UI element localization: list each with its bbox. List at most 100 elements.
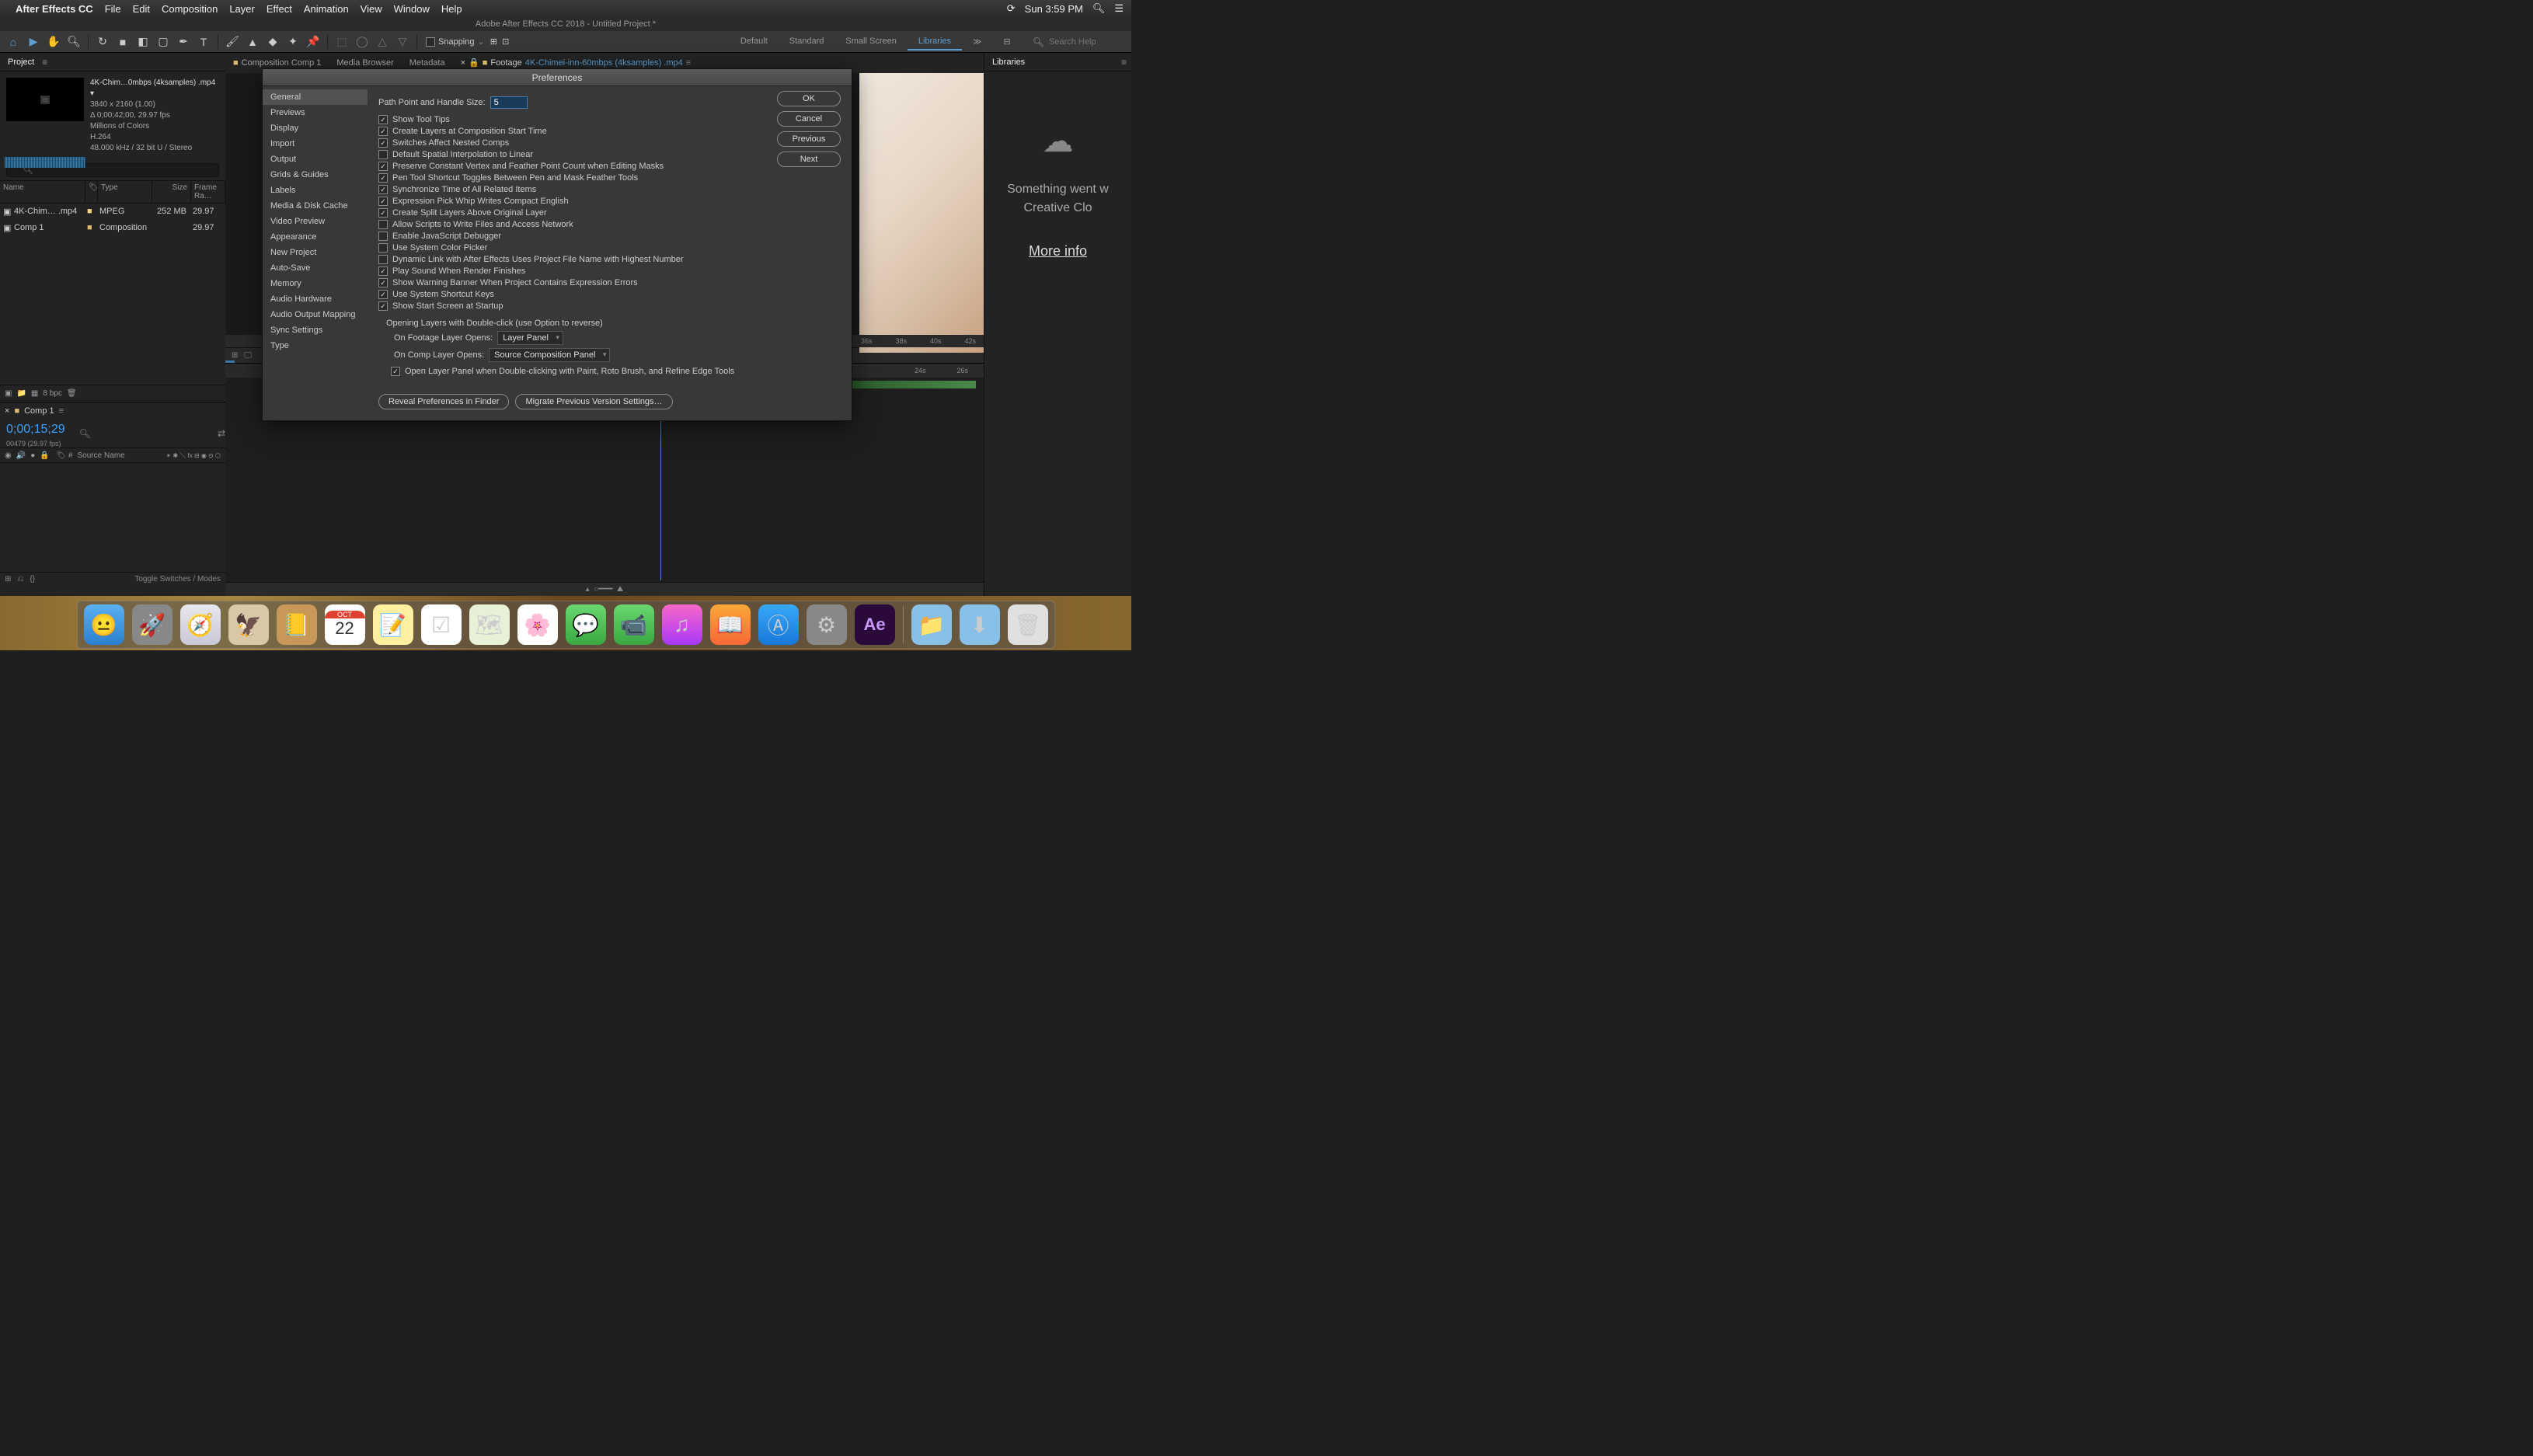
menu-composition[interactable]: Composition [162,3,218,15]
zoom-out-icon[interactable]: ▴ [586,585,590,594]
dock-finder[interactable]: 😐 [84,604,124,645]
prefs-cat-appearance[interactable]: Appearance [263,229,368,245]
dock-launchpad[interactable]: 🚀 [132,604,172,645]
ws-default[interactable]: Default [730,33,779,51]
prefs-cat-display[interactable]: Display [263,120,368,136]
cancel-button[interactable]: Cancel [777,111,841,127]
rotate-tool-icon[interactable]: ↻ [94,33,111,51]
video-toggle-icon[interactable]: ◉ [5,451,12,460]
pref-checkbox[interactable] [378,266,388,276]
comp-layer-dropdown[interactable]: Source Composition Panel [489,348,610,362]
pref-checkbox[interactable] [378,185,388,194]
project-row[interactable]: ▣ 4K-Chim… .mp4 ■ MPEG 252 MB 29.97 [0,204,225,220]
menu-layer[interactable]: Layer [229,3,255,15]
dock-safari[interactable]: 🧭 [180,604,221,645]
pref-checkbox[interactable] [378,173,388,183]
solo-toggle-icon[interactable]: ● [30,451,35,460]
prefs-cat-autosave[interactable]: Auto-Save [263,260,368,276]
menu-edit[interactable]: Edit [133,3,150,15]
next-button[interactable]: Next [777,152,841,167]
prefs-cat-previews[interactable]: Previews [263,105,368,120]
pref-checkbox[interactable] [378,162,388,171]
pref-checkbox[interactable] [378,197,388,206]
close-icon[interactable]: × [5,406,9,416]
dock-mail[interactable]: 🦅 [228,604,269,645]
menu-effect[interactable]: Effect [267,3,292,15]
type-tool-icon[interactable]: T [195,33,212,51]
prefs-cat-audiohw[interactable]: Audio Hardware [263,291,368,307]
roto-tool-icon[interactable]: ✦ [284,33,301,51]
dock-calendar[interactable]: OCT22 [325,604,365,645]
dock-downloads[interactable]: ⬇ [960,604,1000,645]
dock-itunes[interactable]: ♫ [662,604,702,645]
close-icon[interactable]: × [461,58,465,68]
menu-animation[interactable]: Animation [304,3,349,15]
search-help-input[interactable] [1049,37,1127,47]
prefs-cat-media[interactable]: Media & Disk Cache [263,198,368,214]
dock-folder[interactable]: 📁 [911,604,952,645]
tl-icon[interactable]: ⎌ [17,575,23,583]
panel-menu-icon[interactable]: ≡ [59,406,64,416]
camera-tool-icon[interactable]: ■ [114,33,131,51]
ws-small-screen[interactable]: Small Screen [834,33,907,51]
pref-checkbox[interactable] [378,290,388,299]
eraser-tool-icon[interactable]: ◆ [264,33,281,51]
previous-button[interactable]: Previous [777,131,841,147]
dock-messages[interactable]: 💬 [566,604,606,645]
prefs-cat-sync[interactable]: Sync Settings [263,322,368,338]
pref-checkbox[interactable] [378,138,388,148]
app-name[interactable]: After Effects CC [16,3,93,15]
dock-trash[interactable]: 🗑 [1008,604,1048,645]
libraries-tab[interactable]: Libraries [989,56,1028,68]
home-tool-icon[interactable]: ⌂ [5,33,22,51]
lock-toggle-icon[interactable]: 🔒 [40,451,49,460]
prefs-cat-output[interactable]: Output [263,152,368,167]
prefs-cat-grids[interactable]: Grids & Guides [263,167,368,183]
ws-libraries[interactable]: Libraries [908,33,962,51]
pref-checkbox[interactable] [378,243,388,253]
ok-button[interactable]: OK [777,91,841,106]
ws-reset-icon[interactable]: ⊟ [993,33,1022,51]
panel-menu-icon[interactable]: ≡ [42,57,47,68]
dock-ibooks[interactable]: 📖 [710,604,751,645]
folder-icon[interactable]: 📁 [16,389,26,398]
ws-standard[interactable]: Standard [779,33,835,51]
dock-appstore[interactable]: Ⓐ [758,604,799,645]
tl-icon[interactable]: ⊞ [5,575,11,583]
dock-contacts[interactable]: 📒 [277,604,317,645]
pan-behind-tool-icon[interactable]: ◧ [134,33,152,51]
project-tab[interactable]: Project [5,56,37,68]
timeline-tab[interactable]: Comp 1 [24,406,54,416]
rect-tool-icon[interactable]: ▢ [155,33,172,51]
interpret-icon[interactable]: ▣ [5,389,12,398]
dock-reminders[interactable]: ☑ [421,604,462,645]
path-size-input[interactable] [490,96,528,109]
pref-checkbox[interactable] [378,301,388,311]
zoom-tool-icon[interactable]: 🔍︎ [65,33,82,51]
menu-window[interactable]: Window [394,3,430,15]
hand-tool-icon[interactable]: ✋ [45,33,62,51]
prefs-cat-memory[interactable]: Memory [263,276,368,291]
menu-file[interactable]: File [105,3,121,15]
zoom-in-icon[interactable]: ⛰ [617,585,623,594]
prefs-cat-import[interactable]: Import [263,136,368,152]
new-comp-icon[interactable]: ▦ [31,389,38,398]
open-layer-panel-check[interactable] [391,367,400,376]
more-info-link[interactable]: More info [992,241,1124,262]
panel-menu-icon[interactable]: ≡ [1121,57,1127,68]
current-timecode[interactable]: 0;00;15;29 [0,420,71,440]
prefs-cat-newproject[interactable]: New Project [263,245,368,260]
pref-checkbox[interactable] [378,150,388,159]
tl-icon[interactable]: {} [30,575,35,583]
menu-view[interactable]: View [361,3,382,15]
pref-checkbox[interactable] [378,278,388,287]
dock-facetime[interactable]: 📹 [614,604,654,645]
selection-tool-icon[interactable]: ▶ [25,33,42,51]
stamp-tool-icon[interactable]: ▲ [244,33,261,51]
pref-checkbox[interactable] [378,232,388,241]
monitor-icon[interactable]: 🖵 [244,351,252,360]
trash-icon[interactable]: 🗑 [67,389,77,398]
dock-notes[interactable]: 📝 [373,604,413,645]
menu-icon[interactable]: ☰ [1114,2,1124,15]
migrate-settings-button[interactable]: Migrate Previous Version Settings… [515,394,672,409]
